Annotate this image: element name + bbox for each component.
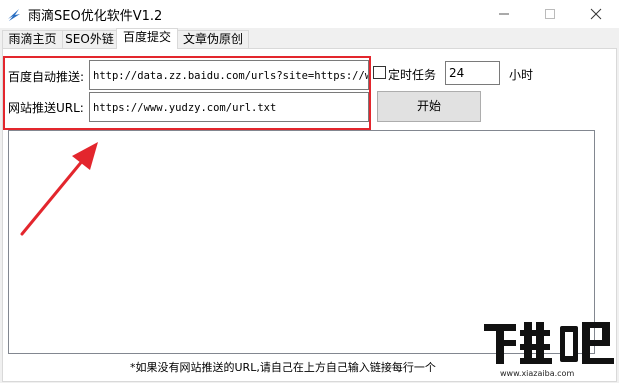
app-logo-icon — [8, 9, 20, 21]
minimize-icon — [499, 13, 509, 15]
tab-strip: 雨滴主页 SEO外链 百度提交 文章伪原创 — [0, 28, 619, 49]
tab-baidu-submit[interactable]: 百度提交 — [116, 28, 178, 49]
maximize-button[interactable] — [527, 0, 573, 28]
close-button[interactable] — [573, 0, 619, 28]
minimize-button[interactable] — [481, 0, 527, 28]
hint-text: *如果没有网站推送的URL,请自己在上方自己输入链接每行一个 — [130, 361, 436, 374]
site-url-label: 网站推送URL: — [8, 101, 84, 115]
watermark-logo: www.xiazaiba.com — [480, 318, 616, 380]
close-icon — [590, 8, 602, 20]
tab-seo-links[interactable]: SEO外链 — [62, 30, 117, 48]
site-url-input[interactable]: https://www.yudzy.com/url.txt — [89, 92, 369, 122]
xiazaiba-logo-icon: www.xiazaiba.com — [484, 322, 614, 378]
start-button[interactable]: 开始 — [377, 91, 481, 122]
timer-hours-input[interactable]: 24 — [445, 61, 500, 85]
auto-push-label: 百度自动推送: — [8, 70, 85, 84]
maximize-icon — [545, 9, 555, 19]
tab-home[interactable]: 雨滴主页 — [2, 30, 63, 48]
svg-text:www.xiazaiba.com: www.xiazaiba.com — [500, 369, 574, 378]
timer-checkbox[interactable] — [373, 66, 386, 79]
tab-article-rewrite[interactable]: 文章伪原创 — [177, 30, 249, 48]
window-title: 雨滴SEO优化软件V1.2 — [28, 9, 163, 24]
timer-label: 定时任务 — [388, 68, 437, 82]
timer-unit-label: 小时 — [509, 68, 534, 82]
title-bar: 雨滴SEO优化软件V1.2 — [0, 0, 619, 28]
auto-push-input[interactable]: http://data.zz.baidu.com/urls?site=https… — [89, 60, 369, 90]
